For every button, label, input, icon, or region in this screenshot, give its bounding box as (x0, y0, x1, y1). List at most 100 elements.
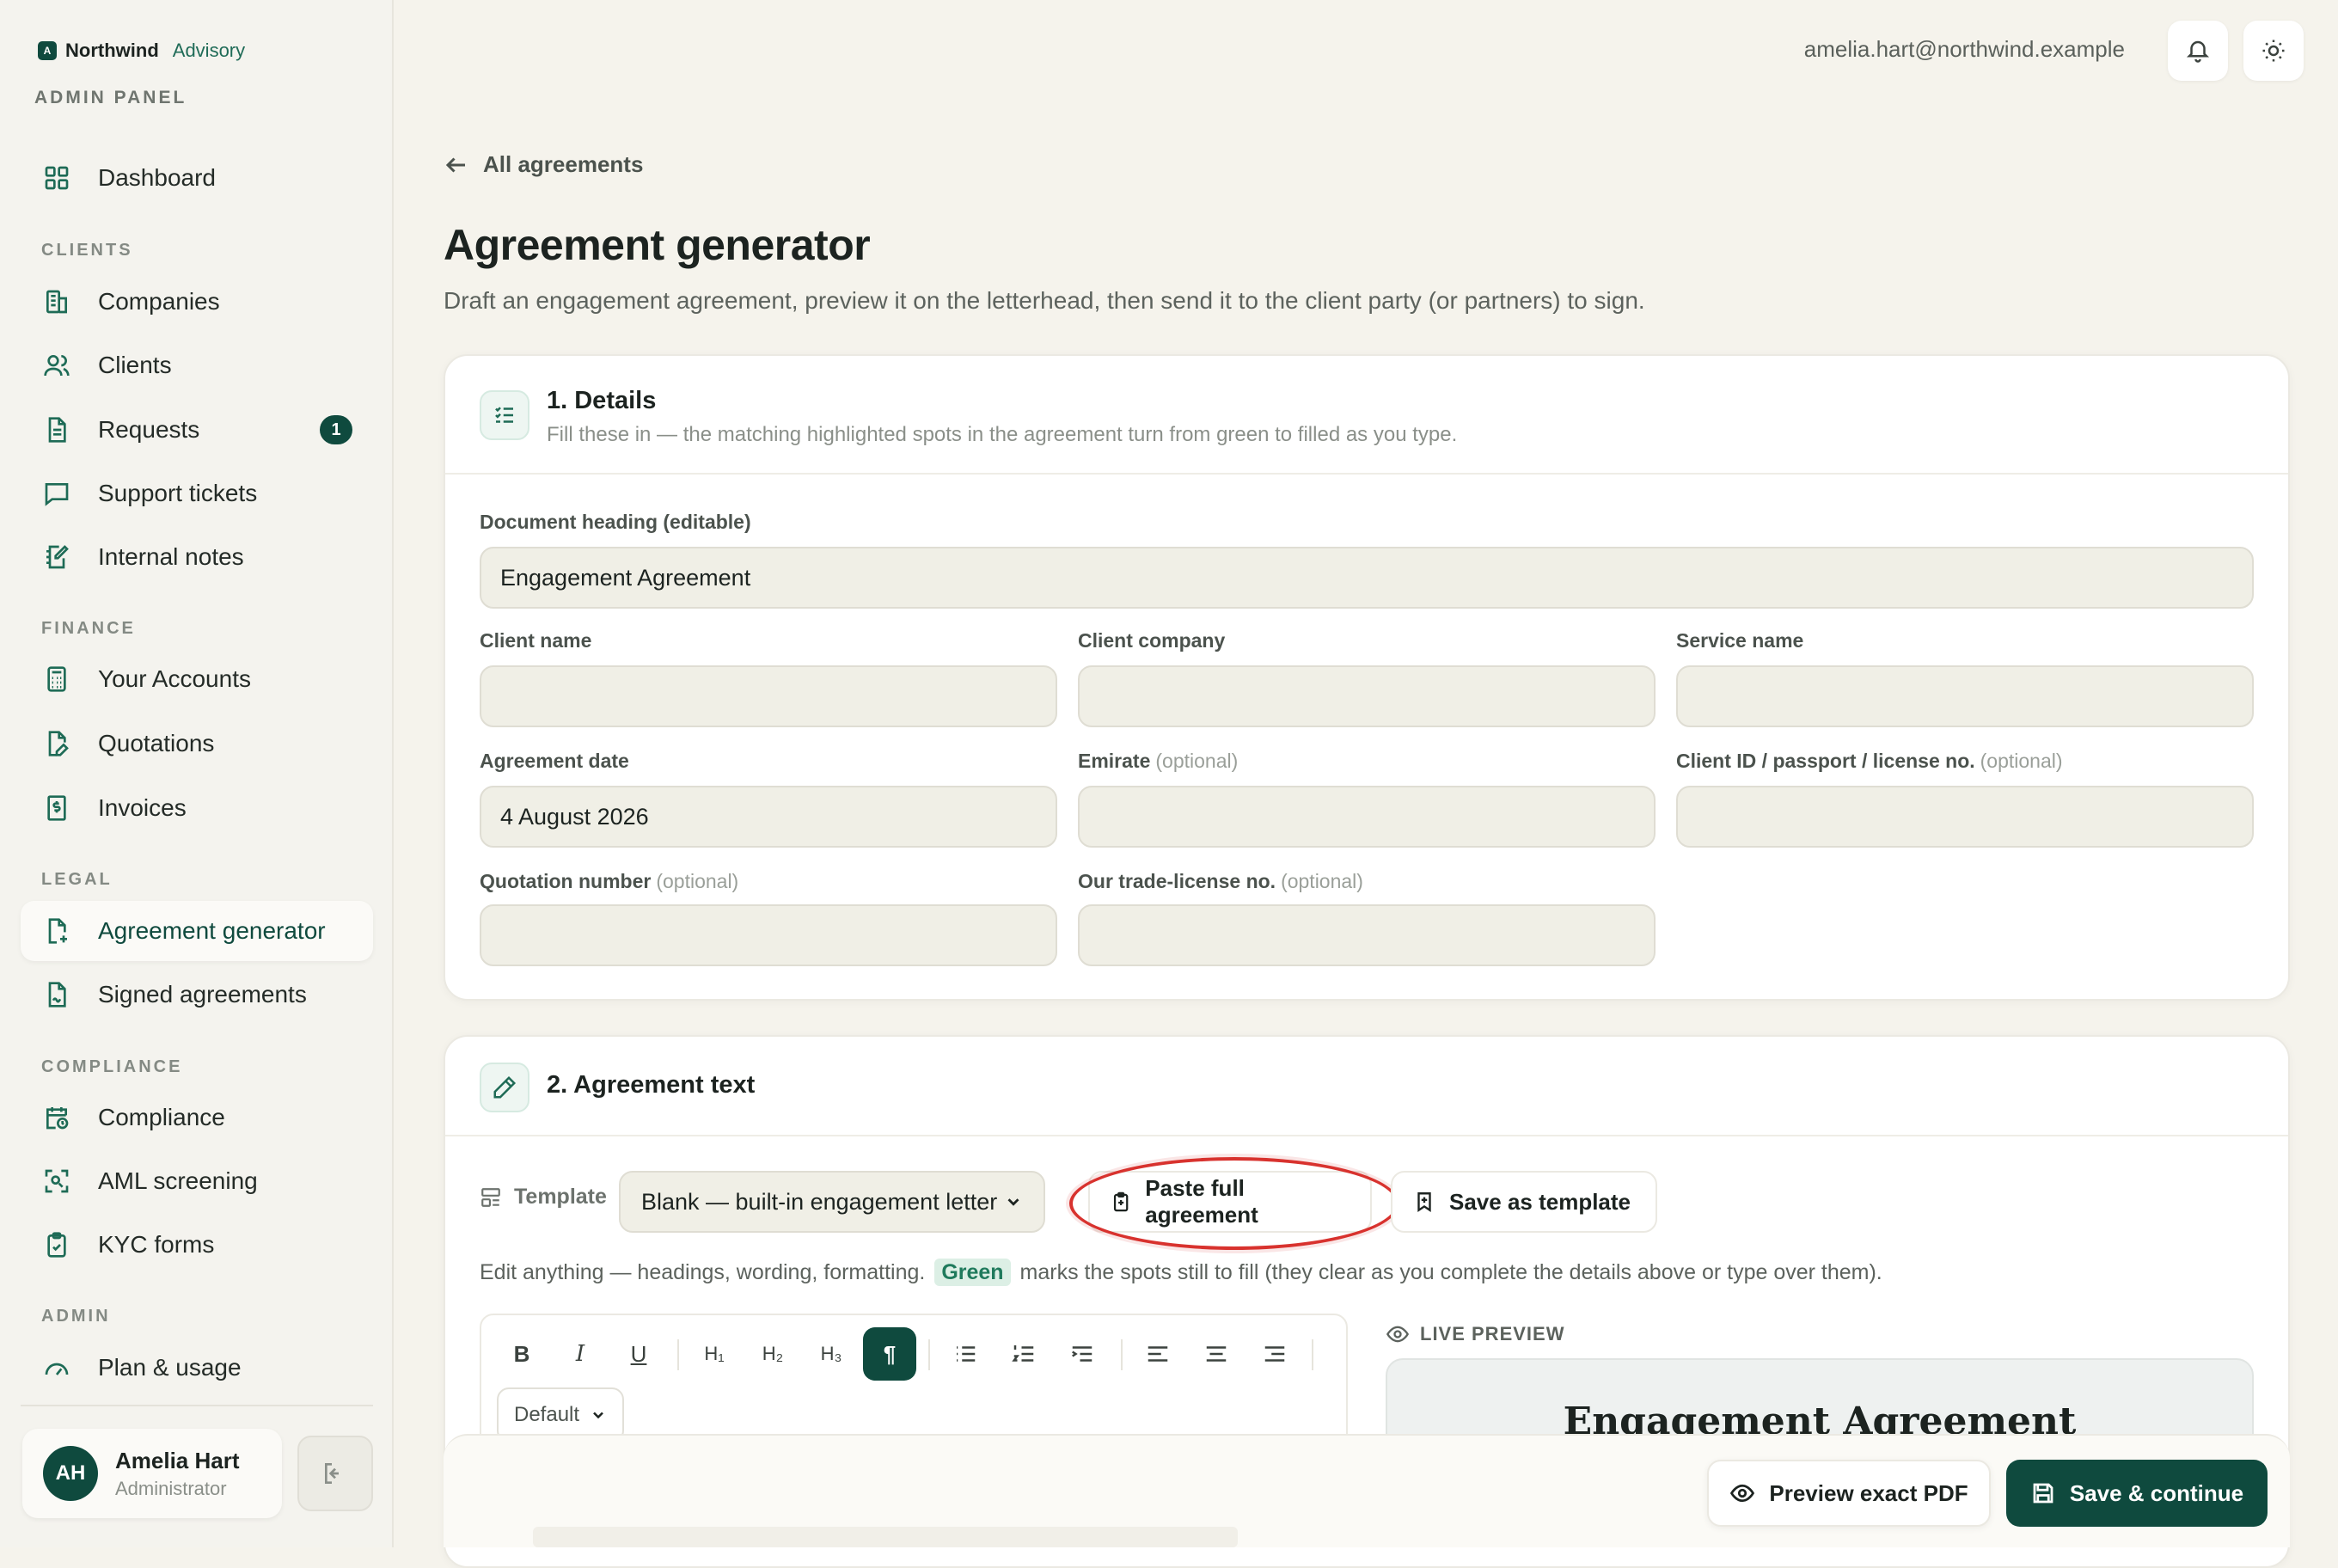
page-title: Agreement generator (444, 221, 871, 269)
logout-button[interactable] (297, 1436, 373, 1511)
clipboard-paste-icon (1113, 1191, 1129, 1212)
doc-heading-label: Document heading (editable) (480, 511, 751, 533)
save-continue-label: Save & continue (2069, 1479, 2244, 1506)
bookmark-plus-icon (1417, 1192, 1431, 1212)
sidebar-item-clients[interactable]: Clients (21, 335, 373, 395)
details-title: 1. Details (547, 387, 657, 414)
user-email: amelia.hart@northwind.example (1803, 36, 2125, 62)
sidebar-divider (21, 1405, 373, 1406)
layout-template-icon (481, 1187, 500, 1207)
sun-icon (2262, 40, 2285, 62)
heading1-button[interactable]: H₁ (688, 1327, 741, 1381)
brand[interactable]: A Northwind Advisory (38, 40, 245, 62)
numbered-list-button[interactable] (997, 1327, 1050, 1381)
list-ordered-icon (1012, 1345, 1034, 1362)
heading2-button[interactable]: H₂ (746, 1327, 799, 1381)
sidebar-item-your-accounts[interactable]: Your Accounts (21, 649, 373, 709)
sidebar-item-internal-notes[interactable]: Internal notes (21, 527, 373, 587)
sidebar-item-label: Agreement generator (98, 917, 326, 944)
pencil-icon (480, 1063, 529, 1112)
bold-button[interactable]: B (495, 1327, 548, 1381)
theme-toggle-button[interactable] (2243, 21, 2304, 81)
italic-button[interactable]: I (554, 1327, 607, 1381)
details-card: 1. Details Fill these in — the matching … (444, 354, 2290, 1001)
doc-heading-input[interactable]: Engagement Agreement (480, 547, 2254, 609)
underline-button[interactable]: U (612, 1327, 665, 1381)
client-company-input[interactable] (1078, 665, 1656, 727)
sidebar-item-label: Your Accounts (98, 665, 251, 692)
optional-hint: (optional) (1980, 750, 2063, 772)
help-text-after: marks the spots still to fill (they clea… (1019, 1260, 1882, 1284)
user-card[interactable]: AH Amelia Hart Administrator (22, 1429, 282, 1518)
sidebar-item-dashboard[interactable]: Dashboard (21, 148, 373, 208)
sidebar-item-invoices[interactable]: Invoices (21, 778, 373, 838)
template-select[interactable]: Blank — built-in engagement letter (619, 1171, 1045, 1233)
sidebar-item-kyc-forms[interactable]: KYC forms (21, 1215, 373, 1275)
save-continue-button[interactable]: Save & continue (2006, 1460, 2268, 1527)
editor-help-text: Edit anything — headings, wording, forma… (480, 1259, 1882, 1286)
list-icon (957, 1346, 976, 1362)
agreement-date-input[interactable]: 4 August 2026 (480, 786, 1057, 848)
card-divider (445, 473, 2288, 475)
align-left-button[interactable] (1131, 1327, 1184, 1381)
template-label: Template (480, 1185, 607, 1210)
service-name-label: Service name (1676, 629, 1804, 652)
optional-hint: (optional) (656, 870, 739, 892)
sidebar-item-signed-agreements[interactable]: Signed agreements (21, 965, 373, 1025)
quotation-label: Quotation number (optional) (480, 870, 738, 893)
sidebar-item-label: Compliance (98, 1104, 225, 1130)
align-center-icon (1206, 1346, 1227, 1362)
grid-icon (41, 162, 72, 193)
paragraph-button[interactable]: ¶ (863, 1327, 916, 1381)
sidebar-item-label: Plan & usage (98, 1354, 242, 1381)
sidebar-item-companies[interactable]: Companies (21, 272, 373, 332)
file-signature-icon (41, 979, 72, 1010)
service-name-input[interactable] (1676, 665, 2254, 727)
client-id-label: Client ID / passport / license no. (optio… (1676, 750, 2063, 773)
eye-icon (1730, 1484, 1755, 1503)
scrolled-content-placeholder (533, 1527, 1238, 1547)
sidebar-item-agreement-generator[interactable]: Agreement generator (21, 901, 373, 961)
building-icon (41, 286, 72, 317)
sidebar-item-compliance[interactable]: Compliance (21, 1087, 373, 1148)
sidebar-item-requests[interactable]: Requests 1 (21, 400, 373, 460)
template-label-text: Template (514, 1185, 607, 1209)
preview-pdf-label: Preview exact PDF (1769, 1479, 1968, 1506)
message-square-icon (41, 478, 72, 509)
save-as-template-button[interactable]: Save as template (1391, 1171, 1657, 1233)
help-text-before: Edit anything — headings, wording, forma… (480, 1260, 926, 1284)
toolbar-separator (928, 1339, 930, 1370)
align-center-button[interactable] (1190, 1327, 1243, 1381)
brand-logo: A (38, 41, 57, 60)
chevron-down-icon (1007, 1198, 1019, 1206)
rich-text-editor[interactable]: B I U H₁ H₂ H₃ ¶ Default (480, 1314, 1348, 1451)
emirate-input[interactable] (1078, 786, 1656, 848)
client-id-input[interactable] (1676, 786, 2254, 848)
emirate-label: Emirate (optional) (1078, 750, 1238, 773)
sidebar-item-quotations[interactable]: Quotations (21, 714, 373, 774)
preview-pdf-button[interactable]: Preview exact PDF (1707, 1460, 1991, 1527)
live-preview-text: LIVE PREVIEW (1420, 1323, 1565, 1344)
brand-name: Northwind (65, 40, 159, 61)
section-finance: FINANCE (41, 619, 136, 638)
back-link[interactable]: All agreements (444, 151, 643, 178)
toolbar-separator (677, 1339, 679, 1370)
paste-full-agreement-button[interactable]: Paste full agreement (1088, 1171, 1372, 1233)
heading3-button[interactable]: H₃ (805, 1327, 858, 1381)
align-right-button[interactable] (1248, 1327, 1301, 1381)
emirate-label-text: Emirate (1078, 750, 1151, 772)
sidebar-item-label: AML screening (98, 1167, 258, 1194)
trade-license-input[interactable] (1078, 904, 1656, 966)
agreement-date-label: Agreement date (480, 750, 629, 772)
quotation-input[interactable] (480, 904, 1057, 966)
notifications-button[interactable] (2168, 21, 2228, 81)
sidebar-item-aml-screening[interactable]: AML screening (21, 1151, 373, 1211)
indent-list-button[interactable] (1056, 1327, 1109, 1381)
optional-hint: (optional) (1155, 750, 1239, 772)
sidebar-item-plan-usage[interactable]: Plan & usage (21, 1338, 373, 1398)
bullet-list-button[interactable] (939, 1327, 992, 1381)
align-left-icon (1148, 1346, 1168, 1362)
panel-label: ADMIN PANEL (34, 88, 187, 107)
sidebar-item-support-tickets[interactable]: Support tickets (21, 463, 373, 524)
client-name-input[interactable] (480, 665, 1057, 727)
